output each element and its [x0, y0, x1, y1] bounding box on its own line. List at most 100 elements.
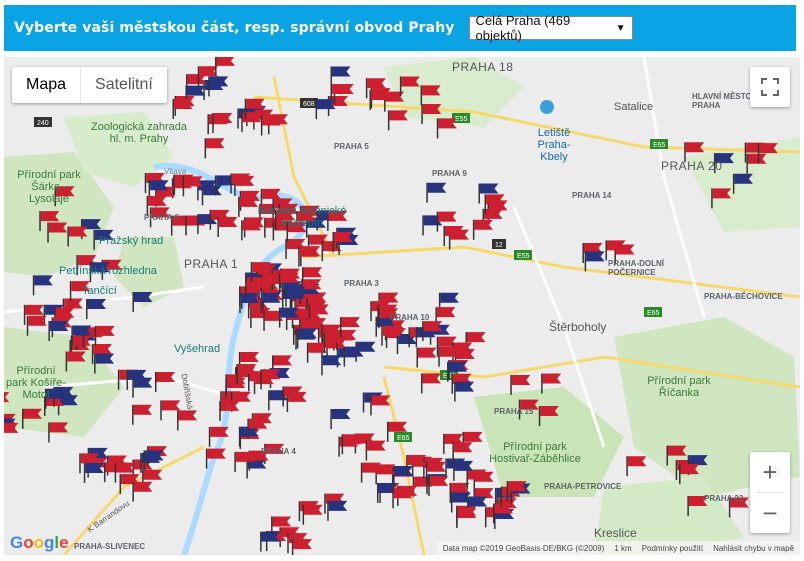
- map-marker-flag[interactable]: [341, 434, 362, 455]
- label-hrad: Pražský hrad: [99, 235, 164, 247]
- label-praha-20: PRAHA 20: [661, 159, 723, 173]
- map-marker-flag[interactable]: [302, 504, 323, 525]
- map-marker-flag[interactable]: [282, 386, 303, 407]
- svg-text:240: 240: [37, 120, 49, 127]
- map-marker-flag[interactable]: [217, 216, 238, 237]
- label-zoo: Zoologická zahrada hl. m. Prahy: [90, 121, 187, 145]
- map-marker-flag[interactable]: [154, 372, 175, 393]
- label-praha-14: PRAHA 14: [572, 191, 612, 200]
- label-hostivar: Přírodní park Hostivař-Záběhlice: [489, 441, 581, 465]
- map-marker-flag[interactable]: [278, 307, 299, 328]
- label-praha-10: PRAHA 10: [390, 313, 430, 322]
- label-tancici: Tančící: [82, 285, 117, 297]
- map-type-control: Mapa Satelitní: [12, 67, 167, 103]
- label-dolni-pocernice: PRAHA-DOLNÍ POČERNICE: [608, 259, 664, 277]
- svg-text:E65: E65: [397, 435, 410, 442]
- label-kreslice: Kreslice: [594, 526, 637, 540]
- label-praha-18: PRAHA 18: [452, 60, 514, 74]
- map-marker-flag[interactable]: [219, 400, 240, 421]
- label-vysehrad: Vyšehrad: [174, 343, 221, 355]
- map-marker-flag[interactable]: [370, 395, 391, 416]
- map-marker-flag[interactable]: [132, 377, 153, 398]
- map-canvas[interactable]: 240 608 E55 E65 E55 12 E65 E65 E65 PRAHA…: [4, 57, 800, 555]
- map-marker-flag[interactable]: [343, 346, 364, 367]
- svg-text:12: 12: [495, 242, 503, 249]
- fullscreen-icon: [761, 78, 779, 96]
- map-marker-flag[interactable]: [466, 469, 487, 490]
- svg-text:E65: E65: [647, 310, 660, 317]
- map-tab[interactable]: Mapa: [12, 67, 80, 103]
- label-satalice: Satalice: [614, 101, 654, 113]
- fullscreen-button[interactable]: [750, 67, 790, 107]
- map-marker-flag[interactable]: [86, 299, 107, 320]
- label-praha-5-area: PRAHA 5: [334, 142, 369, 151]
- map-marker-flag[interactable]: [48, 422, 69, 443]
- map-marker-flag[interactable]: [454, 381, 475, 402]
- map-marker-flag[interactable]: [94, 325, 115, 346]
- map-marker-flag[interactable]: [426, 182, 447, 203]
- terms-link[interactable]: Podmínky použití: [642, 544, 703, 553]
- header-bar: Vyberte vaši městskou část, resp. správn…: [0, 0, 804, 52]
- label-praha-3: PRAHA 3: [344, 279, 379, 288]
- map-marker-flag[interactable]: [330, 408, 351, 429]
- map-marker-flag[interactable]: [436, 118, 457, 139]
- map-marker-flag[interactable]: [177, 410, 198, 431]
- map-marker-flag[interactable]: [132, 292, 153, 313]
- map-marker-flag[interactable]: [330, 66, 351, 87]
- zoom-out-button[interactable]: −: [750, 493, 790, 533]
- label-ricanka: Přírodní park Říčanka: [647, 375, 711, 399]
- zoom-control: + −: [750, 452, 790, 533]
- map-marker-flag[interactable]: [182, 176, 203, 197]
- label-praha-1: PRAHA 1: [184, 257, 239, 271]
- map-marker-flag[interactable]: [241, 112, 262, 133]
- label-praha-4: PRAHA 4: [261, 447, 296, 456]
- map-marker-flag[interactable]: [506, 481, 527, 502]
- map-marker-flag[interactable]: [212, 112, 233, 133]
- scale-label: 1 km: [614, 543, 632, 553]
- label-praha-bechovice: PRAHA-BĚCHOVICE: [704, 292, 783, 301]
- district-selector-bar: Vyberte vaši městskou část, resp. správn…: [4, 5, 796, 51]
- label-sarka: Přírodní park Šárka - Lysolaje: [17, 169, 81, 205]
- district-select[interactable]: Celá Praha (469 objektů) ▼: [468, 13, 633, 43]
- map-marker-flag[interactable]: [83, 462, 104, 483]
- map-marker-flag[interactable]: [260, 115, 281, 136]
- map-marker-flag[interactable]: [132, 404, 153, 425]
- map-marker-flag[interactable]: [234, 451, 255, 472]
- map-marker-flag[interactable]: [321, 355, 342, 376]
- dropdown-arrow-icon: ▼: [615, 22, 626, 34]
- label-praha-6: PRAHA 6: [144, 213, 179, 222]
- map-marker-flag[interactable]: [327, 500, 348, 521]
- map-marker-flag[interactable]: [291, 539, 312, 555]
- zoom-in-button[interactable]: +: [750, 452, 790, 492]
- map-marker-flag[interactable]: [626, 456, 647, 477]
- map-marker-flag[interactable]: [365, 440, 386, 461]
- label-airport: Letiště Praha-Kbely: [537, 127, 571, 163]
- map-marker-flag[interactable]: [387, 110, 408, 131]
- map-marker-flag[interactable]: [315, 99, 336, 120]
- map-marker-flag[interactable]: [360, 462, 381, 483]
- attribution-data: Data map ©2019 GeoBasis-DE/BKG (©2009): [442, 543, 605, 553]
- label-sterboholy: Štěrboholy: [549, 320, 607, 334]
- map-marker-flag[interactable]: [204, 138, 225, 159]
- map-marker-flag[interactable]: [416, 347, 437, 368]
- report-link[interactable]: Nahlásit chybu v mapě: [713, 544, 794, 553]
- map-marker-flag[interactable]: [32, 275, 53, 296]
- map-marker-flag[interactable]: [215, 57, 236, 76]
- svg-text:E65: E65: [653, 142, 666, 149]
- map-marker-flag[interactable]: [392, 488, 413, 509]
- label-petrin: Petřínská rozhledna: [59, 265, 157, 277]
- map-marker-flag[interactable]: [132, 481, 153, 502]
- map-marker-flag[interactable]: [472, 219, 493, 240]
- map-marker-flag[interactable]: [492, 503, 513, 524]
- map-marker-flag[interactable]: [260, 531, 281, 552]
- label-praha-22: PRAHA 22: [704, 494, 744, 503]
- map-marker-flag[interactable]: [456, 508, 477, 529]
- map-marker-flag[interactable]: [428, 475, 449, 496]
- map-marker-flag[interactable]: [584, 251, 605, 272]
- label-vltava: Vltava: [164, 167, 187, 176]
- district-prompt: Vyberte vaši městskou část, resp. správn…: [14, 20, 455, 36]
- map-marker-flag[interactable]: [421, 373, 442, 394]
- label-praha-9: PRAHA 9: [432, 169, 467, 178]
- map-marker-flag[interactable]: [443, 226, 464, 247]
- satellite-tab[interactable]: Satelitní: [80, 67, 167, 103]
